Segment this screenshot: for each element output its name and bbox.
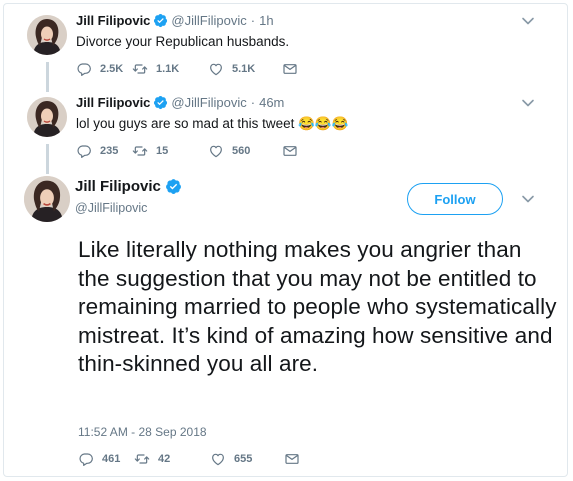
- retweet-icon: [132, 61, 148, 77]
- tweet-time[interactable]: 46m: [259, 95, 284, 110]
- verified-badge-icon: [153, 95, 168, 110]
- author-handle[interactable]: @JillFilipovic: [171, 13, 246, 28]
- tweet-time[interactable]: 1h: [259, 13, 273, 28]
- author-handle[interactable]: @JillFilipovic: [75, 201, 147, 215]
- dm-button[interactable]: [282, 61, 306, 77]
- heart-icon: [208, 61, 224, 77]
- chevron-down-icon[interactable]: [520, 15, 536, 27]
- thread-line: [46, 144, 49, 174]
- retweet-count: 42: [158, 453, 171, 465]
- main-tweet-header: Jill Filipovic: [75, 178, 185, 195]
- retweet-count: 1.1K: [156, 63, 180, 75]
- like-count: 5.1K: [232, 63, 256, 75]
- reply-button[interactable]: 461: [78, 451, 134, 467]
- chevron-down-icon[interactable]: [520, 97, 536, 109]
- avatar[interactable]: [27, 15, 67, 55]
- retweet-button[interactable]: 42: [134, 451, 210, 467]
- avatar[interactable]: [24, 176, 70, 222]
- tweet-text: lol you guys are so mad at this tweet 😂😂…: [76, 116, 349, 131]
- tweet-text: Divorce your Republican husbands.: [76, 34, 290, 49]
- reply-button[interactable]: 235: [76, 143, 132, 159]
- tweet-header: Jill Filipovic @JillFilipovic · 1h: [76, 13, 274, 28]
- follow-button[interactable]: Follow: [407, 183, 503, 215]
- reply-count: 461: [102, 453, 121, 465]
- reply-icon: [76, 61, 92, 77]
- tweet-header: Jill Filipovic @JillFilipovic · 46m: [76, 95, 284, 110]
- retweet-icon: [132, 143, 148, 159]
- tweet-timestamp[interactable]: 11:52 AM - 28 Sep 2018: [78, 425, 207, 439]
- like-count: 655: [234, 453, 253, 465]
- retweet-button[interactable]: 1.1K: [132, 61, 208, 77]
- dm-button[interactable]: [284, 451, 308, 467]
- author-name[interactable]: Jill Filipovic: [75, 178, 161, 195]
- reply-button[interactable]: 2.5K: [76, 61, 132, 77]
- main-tweet-text: Like literally nothing makes you angrier…: [78, 237, 557, 376]
- tweet-actions: 2.5K 1.1K 5.1K: [76, 61, 306, 77]
- retweet-count: 15: [156, 145, 169, 157]
- envelope-icon: [282, 61, 298, 77]
- reply-count: 235: [100, 145, 119, 157]
- author-name[interactable]: Jill Filipovic: [76, 95, 150, 110]
- verified-badge-icon: [153, 13, 168, 28]
- tweet-actions: 461 42 655: [78, 451, 308, 467]
- verified-badge-icon: [165, 178, 182, 195]
- reply-icon: [78, 451, 94, 467]
- retweet-button[interactable]: 15: [132, 143, 208, 159]
- like-button[interactable]: 560: [208, 143, 282, 159]
- envelope-icon: [282, 143, 298, 159]
- separator: ·: [250, 13, 256, 28]
- dm-button[interactable]: [282, 143, 306, 159]
- chevron-down-icon[interactable]: [520, 193, 536, 205]
- heart-icon: [210, 451, 226, 467]
- author-name[interactable]: Jill Filipovic: [76, 13, 150, 28]
- reply-icon: [76, 143, 92, 159]
- separator: ·: [250, 95, 256, 110]
- heart-icon: [208, 143, 224, 159]
- avatar[interactable]: [27, 97, 67, 137]
- thread-line: [46, 62, 49, 92]
- envelope-icon: [284, 451, 300, 467]
- like-button[interactable]: 655: [210, 451, 284, 467]
- reply-count: 2.5K: [100, 63, 124, 75]
- tweet-actions: 235 15 560: [76, 143, 306, 159]
- like-count: 560: [232, 145, 251, 157]
- retweet-icon: [134, 451, 150, 467]
- author-handle[interactable]: @JillFilipovic: [171, 95, 246, 110]
- like-button[interactable]: 5.1K: [208, 61, 282, 77]
